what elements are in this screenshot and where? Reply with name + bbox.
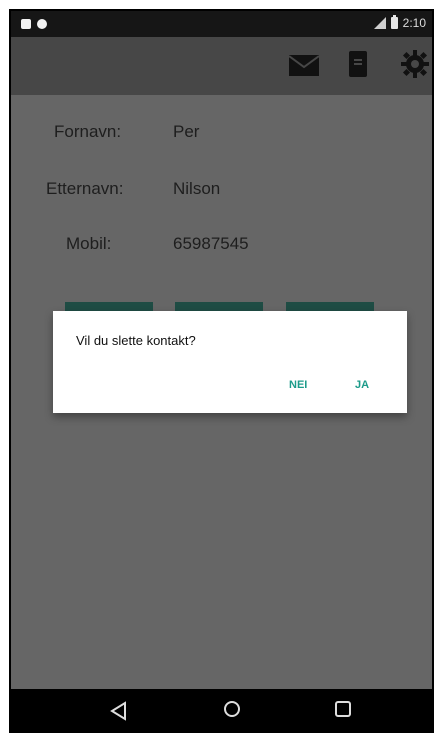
- notification-dot-icon: [37, 19, 47, 29]
- notification-square-icon: [21, 19, 31, 29]
- no-button[interactable]: NEI: [289, 379, 307, 391]
- phone-screen: 2:10 Fornavn: Per Etternavn: Nilson Mobi…: [9, 9, 434, 733]
- status-time: 2:10: [402, 16, 426, 30]
- last-name-label: Etternavn:: [46, 179, 124, 198]
- status-right-group: 2:10: [373, 15, 426, 30]
- home-icon[interactable]: [223, 700, 241, 718]
- navigation-bar: [11, 689, 432, 731]
- first-name-value: Per: [173, 122, 200, 141]
- mobile-label: Mobil:: [66, 234, 112, 253]
- contact-book-icon[interactable]: [349, 51, 367, 77]
- first-name-label: Fornavn:: [54, 122, 122, 141]
- status-left-icons: [21, 19, 47, 29]
- settings-gear-icon[interactable]: [401, 50, 429, 78]
- mobile-value: 65987545: [173, 234, 249, 253]
- mail-icon[interactable]: [289, 55, 319, 76]
- yes-button[interactable]: JA: [355, 379, 369, 391]
- signal-icon: [373, 17, 386, 29]
- status-bar: 2:10: [11, 11, 432, 37]
- delete-confirm-dialog: Vil du slette kontakt? NEI JA: [53, 311, 407, 413]
- recents-icon[interactable]: [335, 701, 351, 717]
- battery-icon: [390, 15, 398, 29]
- app-toolbar: [11, 37, 432, 95]
- last-name-value: Nilson: [173, 179, 221, 198]
- dialog-message: Vil du slette kontakt?: [76, 333, 196, 348]
- back-icon[interactable]: [109, 701, 129, 721]
